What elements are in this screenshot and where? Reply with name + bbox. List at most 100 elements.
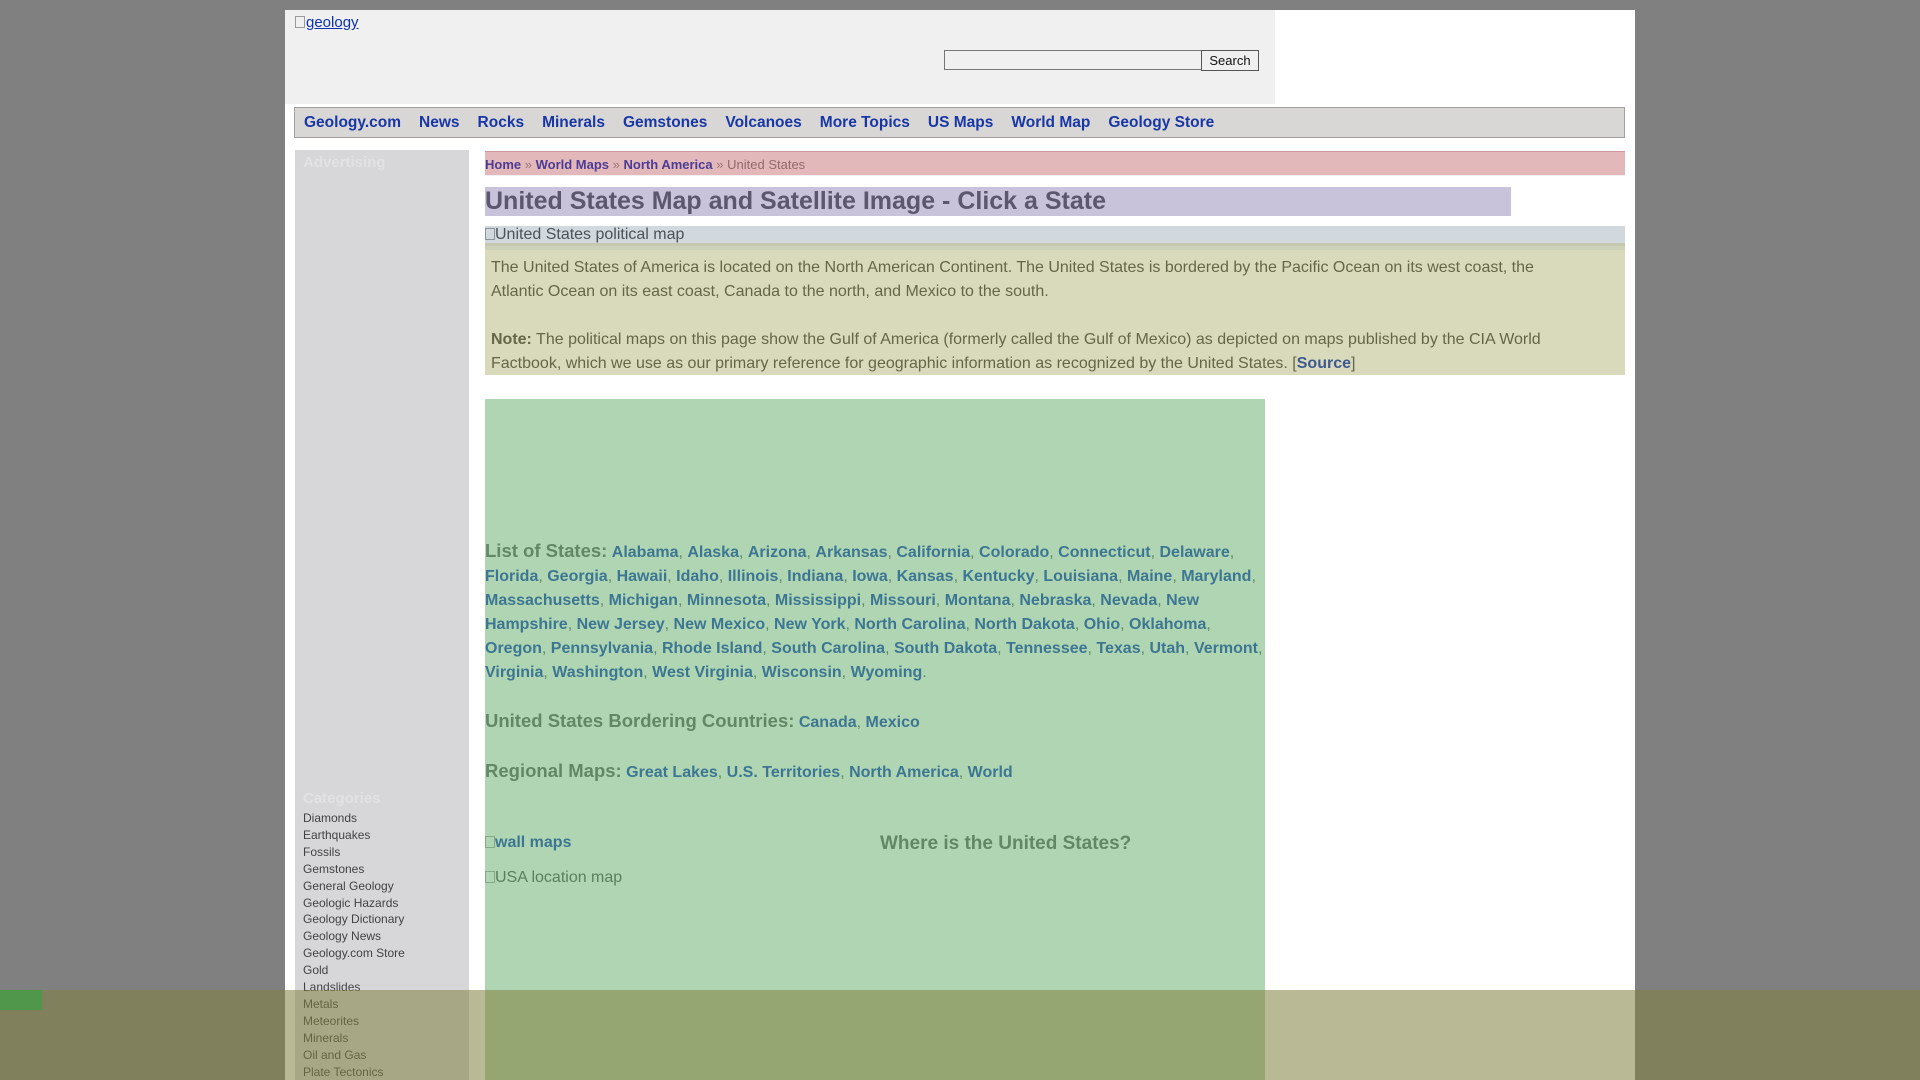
nav-geology-com[interactable]: Geology.com: [304, 114, 401, 132]
category-general-geology[interactable]: General Geology: [303, 878, 405, 895]
category-geology-news[interactable]: Geology News: [303, 928, 405, 945]
state-link-wyoming[interactable]: Wyoming: [851, 664, 923, 681]
state-link-washington[interactable]: Washington: [552, 664, 643, 681]
logo-alt-text: geology: [306, 14, 359, 31]
regional-label: Regional Maps:: [485, 760, 622, 781]
state-link-south-dakota[interactable]: South Dakota: [894, 640, 997, 657]
state-link-alaska[interactable]: Alaska: [687, 544, 739, 561]
category-earthquakes[interactable]: Earthquakes: [303, 827, 405, 844]
search-input[interactable]: [944, 50, 1202, 70]
state-link-idaho[interactable]: Idaho: [676, 568, 719, 585]
state-link-rhode-island[interactable]: Rhode Island: [662, 640, 762, 657]
state-link-new-york[interactable]: New York: [774, 616, 845, 633]
state-link-connecticut[interactable]: Connecticut: [1058, 544, 1150, 561]
state-link-north-carolina[interactable]: North Carolina: [854, 616, 965, 633]
breadcrumb-north-america[interactable]: North America: [624, 157, 713, 172]
state-link-oklahoma[interactable]: Oklahoma: [1129, 616, 1206, 633]
nav-geology-store[interactable]: Geology Store: [1108, 114, 1214, 132]
nav-world-map[interactable]: World Map: [1011, 114, 1090, 132]
breadcrumb-world-maps[interactable]: World Maps: [536, 157, 609, 172]
nav-minerals[interactable]: Minerals: [542, 114, 605, 132]
category-oil-and-gas[interactable]: Oil and Gas: [303, 1047, 405, 1064]
state-link-kentucky[interactable]: Kentucky: [962, 568, 1034, 585]
search-button[interactable]: Search: [1201, 50, 1259, 71]
state-link-mississippi[interactable]: Mississippi: [775, 592, 861, 609]
sidebar: Advertising Categories Diamonds Earthquak…: [295, 150, 469, 1080]
category-geologic-hazards[interactable]: Geologic Hazards: [303, 895, 405, 912]
where-heading: Where is the United States?: [880, 833, 1132, 854]
state-link-michigan[interactable]: Michigan: [609, 592, 678, 609]
state-link-oregon[interactable]: Oregon: [485, 640, 542, 657]
state-link-west-virginia[interactable]: West Virginia: [652, 664, 753, 681]
state-link-arizona[interactable]: Arizona: [748, 544, 807, 561]
nav-rocks[interactable]: Rocks: [478, 114, 525, 132]
category-gemstones[interactable]: Gemstones: [303, 861, 405, 878]
state-link-utah[interactable]: Utah: [1149, 640, 1185, 657]
state-link-florida[interactable]: Florida: [485, 568, 538, 585]
category-fossils[interactable]: Fossils: [303, 844, 405, 861]
state-link-wisconsin[interactable]: Wisconsin: [762, 664, 842, 681]
state-link-ohio[interactable]: Ohio: [1084, 616, 1120, 633]
nav-volcanoes[interactable]: Volcanoes: [725, 114, 801, 132]
regional-link-north-america[interactable]: North America: [849, 764, 959, 781]
state-link-delaware[interactable]: Delaware: [1160, 544, 1230, 561]
state-link-tennessee[interactable]: Tennessee: [1006, 640, 1088, 657]
nav-more-topics[interactable]: More Topics: [820, 114, 910, 132]
state-link-nevada[interactable]: Nevada: [1100, 592, 1157, 609]
category-plate-tectonics[interactable]: Plate Tectonics: [303, 1064, 405, 1080]
state-link-virginia[interactable]: Virginia: [485, 664, 543, 681]
breadcrumb-home[interactable]: Home: [485, 157, 521, 172]
source-link[interactable]: Source: [1297, 355, 1351, 372]
state-link-alabama[interactable]: Alabama: [612, 544, 679, 561]
wall-maps-link[interactable]: wall maps: [485, 834, 571, 852]
state-link-vermont[interactable]: Vermont: [1194, 640, 1258, 657]
category-meteorites[interactable]: Meteorites: [303, 1013, 405, 1030]
nav-us-maps[interactable]: US Maps: [928, 114, 993, 132]
category-diamonds[interactable]: Diamonds: [303, 810, 405, 827]
note-text: The political maps on this page show the…: [491, 331, 1541, 372]
country-link-canada[interactable]: Canada: [799, 714, 857, 731]
state-link-hawaii[interactable]: Hawaii: [617, 568, 668, 585]
state-link-south-carolina[interactable]: South Carolina: [771, 640, 885, 657]
state-link-north-dakota[interactable]: North Dakota: [974, 616, 1074, 633]
state-link-texas[interactable]: Texas: [1096, 640, 1140, 657]
regional-link-u-s-territories[interactable]: U.S. Territories: [727, 764, 841, 781]
state-link-massachusetts[interactable]: Massachusetts: [485, 592, 600, 609]
nav-gemstones[interactable]: Gemstones: [623, 114, 707, 132]
state-link-louisiana[interactable]: Louisiana: [1043, 568, 1118, 585]
state-link-georgia[interactable]: Georgia: [547, 568, 607, 585]
state-link-new-mexico[interactable]: New Mexico: [674, 616, 766, 633]
breadcrumb-separator: »: [612, 157, 620, 172]
state-link-maine[interactable]: Maine: [1127, 568, 1172, 585]
state-link-montana[interactable]: Montana: [945, 592, 1011, 609]
state-link-iowa[interactable]: Iowa: [852, 568, 888, 585]
state-link-indiana[interactable]: Indiana: [787, 568, 843, 585]
regional-link-world[interactable]: World: [968, 764, 1013, 781]
regional-link-great-lakes[interactable]: Great Lakes: [626, 764, 718, 781]
state-link-arkansas[interactable]: Arkansas: [815, 544, 887, 561]
category-metals[interactable]: Metals: [303, 996, 405, 1013]
state-link-minnesota[interactable]: Minnesota: [687, 592, 766, 609]
category-landslides[interactable]: Landslides: [303, 979, 405, 996]
country-link-mexico[interactable]: Mexico: [866, 714, 920, 731]
categories-list: Diamonds Earthquakes Fossils Gemstones Gener…: [303, 810, 405, 1080]
bottom-ad-chip[interactable]: [0, 990, 42, 1010]
state-link-colorado[interactable]: Colorado: [979, 544, 1049, 561]
state-link-nebraska[interactable]: Nebraska: [1019, 592, 1091, 609]
state-link-kansas[interactable]: Kansas: [897, 568, 954, 585]
state-link-pennsylvania[interactable]: Pennsylvania: [551, 640, 653, 657]
category-geology-dictionary[interactable]: Geology Dictionary: [303, 911, 405, 928]
page-title: United States Map and Satellite Image - …: [485, 187, 1511, 216]
state-link-missouri[interactable]: Missouri: [870, 592, 936, 609]
state-link-new-jersey[interactable]: New Jersey: [577, 616, 665, 633]
nav-news[interactable]: News: [419, 114, 460, 132]
state-link-california[interactable]: California: [896, 544, 970, 561]
category-geology-com-store[interactable]: Geology.com Store: [303, 945, 405, 962]
political-map-image[interactable]: United States political map: [485, 226, 1625, 246]
category-minerals[interactable]: Minerals: [303, 1030, 405, 1047]
logo-link[interactable]: geology: [295, 14, 359, 31]
state-link-illinois[interactable]: Illinois: [728, 568, 779, 585]
category-gold[interactable]: Gold: [303, 962, 405, 979]
state-link-maryland[interactable]: Maryland: [1181, 568, 1251, 585]
bordering-label: United States Bordering Countries:: [485, 710, 795, 731]
